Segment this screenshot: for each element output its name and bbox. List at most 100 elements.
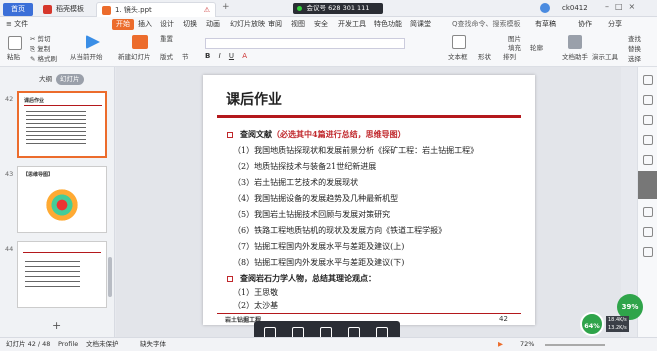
slide-thumbnail-43[interactable]: 【思维导图】 xyxy=(17,166,107,233)
tab-template[interactable]: 稻壳模板 xyxy=(38,2,90,17)
font-color-icon[interactable]: A xyxy=(242,52,247,60)
net-speed-down: 13.2K/s xyxy=(606,324,629,332)
memory-badge[interactable]: 64% xyxy=(580,312,604,336)
menu-transition[interactable]: 切换 xyxy=(183,19,197,30)
meeting-id: 会议号 628 301 111 xyxy=(306,4,370,12)
underline-icon[interactable]: U xyxy=(229,52,234,60)
tab-slides[interactable]: 幻灯片 xyxy=(56,74,84,85)
find-button[interactable]: 查找 xyxy=(628,34,641,44)
zoom-slider[interactable] xyxy=(545,344,605,346)
animation-icon[interactable] xyxy=(643,155,653,165)
heading-people[interactable]: 查阅岩石力学人物，总结其理论观点： xyxy=(227,273,376,284)
slide-thumbnail-44[interactable] xyxy=(17,241,107,308)
document-assistant-label[interactable]: 文档助手 xyxy=(562,52,588,62)
menu-classroom[interactable]: 简课堂 xyxy=(410,19,431,30)
pen-icon[interactable] xyxy=(643,95,653,105)
list-item[interactable]: （7）钻掘工程国内外发展水平与差距及建议(上) xyxy=(233,241,404,252)
list-item[interactable]: （2）太沙基 xyxy=(233,300,279,311)
present-tools-label[interactable]: 演示工具 xyxy=(592,52,618,62)
copy-label: 复制 xyxy=(37,45,51,53)
warning-icon: ⚠ xyxy=(203,6,210,14)
menu-insert[interactable]: 插入 xyxy=(138,19,152,30)
cut-button[interactable]: ✂ 剪切 xyxy=(30,34,51,44)
menu-features[interactable]: 特色功能 xyxy=(374,19,402,30)
zoom-level: 72% xyxy=(520,340,535,348)
right-toolbar xyxy=(637,67,657,337)
avatar[interactable] xyxy=(540,3,550,13)
play-icon[interactable]: ▶ xyxy=(498,338,503,351)
from-current-label[interactable]: 从当前开始 xyxy=(70,52,103,62)
italic-icon[interactable]: I xyxy=(219,52,221,60)
command-search[interactable]: Q查找命令、搜索模板 xyxy=(452,19,521,30)
slide[interactable]: 课后作业 查阅文献（必选其中4篇进行总结，思维导图） （1）我国地质钻探现状和发… xyxy=(203,75,535,325)
tab-document-label: 1. 镜头.ppt xyxy=(115,6,152,14)
list-item[interactable]: （5）我国岩土钻掘技术回顾与发展对策研究 xyxy=(233,209,390,220)
copy-button[interactable]: ⎘ 复制 xyxy=(30,44,50,54)
select-button[interactable]: 选择 xyxy=(628,54,641,64)
list-item[interactable]: （3）岩土钻掘工艺技术的发展现状 xyxy=(233,177,358,188)
list-item[interactable]: （2）地质钻探技术与装备21世纪新进展 xyxy=(233,161,376,172)
menu-view[interactable]: 视图 xyxy=(291,19,305,30)
format-painter-button[interactable]: ✎ 格式刷 xyxy=(30,54,57,64)
tab-outline[interactable]: 大纲 xyxy=(35,74,56,85)
outline-button[interactable]: 轮廓 xyxy=(530,43,543,53)
list-item[interactable]: （8）钻掘工程国内外发展水平与差距及建议(下) xyxy=(233,257,404,268)
file-menu[interactable]: ≡ 文件 xyxy=(6,19,28,30)
menu-security[interactable]: 安全 xyxy=(314,19,328,30)
tab-document[interactable]: 1. 镜头.ppt ⚠ xyxy=(96,2,216,17)
document-assistant-icon[interactable] xyxy=(568,35,582,49)
add-slide-button[interactable]: + xyxy=(52,319,61,332)
list-item[interactable]: （1）王思敬 xyxy=(233,287,278,298)
star-icon[interactable] xyxy=(643,115,653,125)
layers-icon[interactable] xyxy=(643,207,653,217)
tab-home[interactable]: 首页 xyxy=(3,3,33,16)
reset-button[interactable]: 重置 xyxy=(160,34,173,44)
heading-literature-text: 查阅文献 xyxy=(240,129,272,139)
play-from-current-icon[interactable] xyxy=(86,35,100,49)
window-controls[interactable]: –□× xyxy=(605,2,641,11)
help-icon[interactable] xyxy=(643,247,653,257)
fill-button[interactable]: 填充 xyxy=(508,43,521,53)
new-slide-icon[interactable] xyxy=(132,35,148,49)
menu-dev-tools[interactable]: 开发工具 xyxy=(338,19,366,30)
heading-literature-note: （必选其中4篇进行总结，思维导图） xyxy=(272,129,406,139)
heading-literature[interactable]: 查阅文献（必选其中4篇进行总结，思维导图） xyxy=(227,129,406,140)
slide-number: 43 xyxy=(5,170,14,178)
paste-icon[interactable] xyxy=(8,36,22,50)
menu-start[interactable]: 开始 xyxy=(112,19,134,30)
draft-button[interactable]: 有草稿 xyxy=(535,19,556,30)
layout-label[interactable]: 版式 xyxy=(160,52,173,62)
meeting-recording-indicator[interactable]: 会议号 628 301 111 xyxy=(293,3,383,14)
shape-label[interactable]: 形状 xyxy=(478,52,491,62)
collab-button[interactable]: 协作 xyxy=(578,19,592,30)
replace-button[interactable]: 替换 xyxy=(628,44,641,54)
font-selector[interactable] xyxy=(205,38,405,49)
section-label[interactable]: 节 xyxy=(182,52,189,62)
list-item[interactable]: （6）铁路工程地质钻机的现状及发展方向《铁道工程学报》 xyxy=(233,225,446,236)
share-icon[interactable] xyxy=(643,227,653,237)
list-item[interactable]: （1）我国地质钻探现状和发展前景分析《探矿工程：岩土钻掘工程》 xyxy=(233,145,478,156)
list-item[interactable]: （4）我国钻掘设备的发展趋势及几种最新机型 xyxy=(233,193,398,204)
paste-label[interactable]: 粘贴 xyxy=(7,52,20,62)
textbox-icon[interactable] xyxy=(452,35,466,49)
bold-icon[interactable]: B xyxy=(205,52,210,60)
missing-font[interactable]: 缺失字体 xyxy=(140,338,166,351)
new-slide-label[interactable]: 新建幻灯片 xyxy=(118,52,151,62)
settings-icon[interactable] xyxy=(643,135,653,145)
menu-design[interactable]: 设计 xyxy=(160,19,174,30)
profile-label[interactable]: Profile xyxy=(58,338,78,351)
slide-thumbnail-42[interactable]: 课后作业 xyxy=(17,91,107,158)
menu-animation[interactable]: 动画 xyxy=(206,19,220,30)
share-button[interactable]: 分享 xyxy=(608,19,622,30)
select-icon[interactable] xyxy=(643,75,653,85)
menu-slideshow[interactable]: 幻灯片放映 xyxy=(230,19,265,30)
protect-status[interactable]: 文档未保护 xyxy=(86,338,119,351)
menu-review[interactable]: 审阅 xyxy=(268,19,282,30)
collapse-panel-handle[interactable] xyxy=(638,171,657,199)
textbox-label[interactable]: 文本框 xyxy=(448,52,468,62)
font-format-row[interactable]: B I U A xyxy=(205,52,405,63)
arrange-label[interactable]: 排列 xyxy=(503,52,516,62)
scrollbar[interactable] xyxy=(108,257,112,297)
new-tab-icon[interactable]: + xyxy=(222,2,230,12)
slide-title[interactable]: 课后作业 xyxy=(226,89,282,109)
